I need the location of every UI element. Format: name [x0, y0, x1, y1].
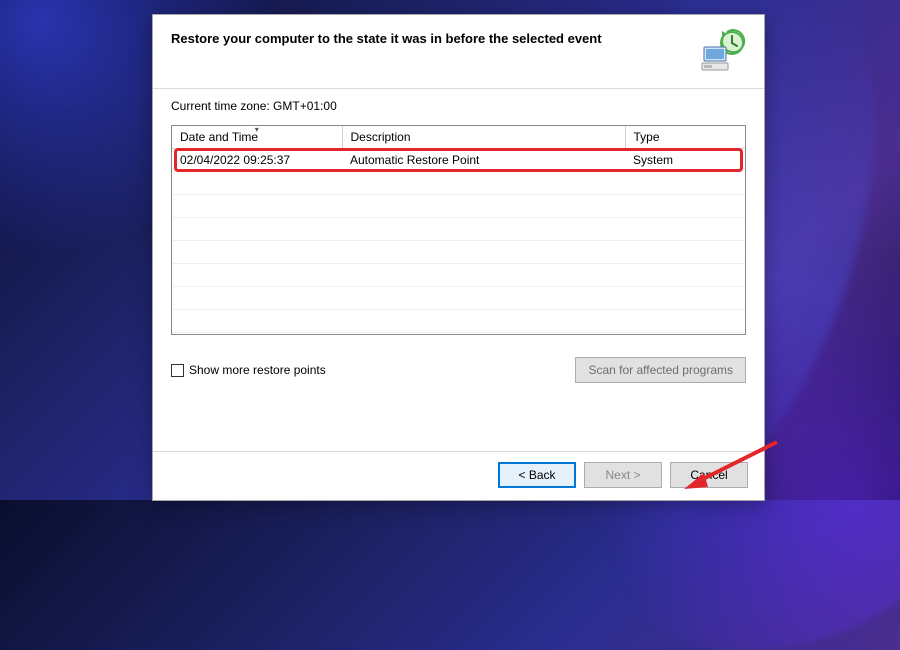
next-button[interactable]: Next >: [584, 462, 662, 488]
below-table-row: Show more restore points Scan for affect…: [171, 357, 746, 383]
sort-descending-icon: ▾: [255, 125, 259, 134]
cell-description: Automatic Restore Point: [342, 149, 625, 172]
dialog-title: Restore your computer to the state it wa…: [171, 29, 698, 46]
column-header-date[interactable]: ▾ Date and Time: [172, 126, 342, 149]
dialog-footer: < Back Next > Cancel: [153, 451, 764, 500]
table-row: [172, 287, 745, 310]
system-restore-icon: [698, 29, 746, 73]
column-header-type[interactable]: Type: [625, 126, 745, 149]
table-row[interactable]: 02/04/2022 09:25:37 Automatic Restore Po…: [172, 149, 745, 172]
table-row: [172, 241, 745, 264]
back-button[interactable]: < Back: [498, 462, 576, 488]
timezone-label: Current time zone: GMT+01:00: [171, 99, 746, 113]
scan-affected-programs-button[interactable]: Scan for affected programs: [575, 357, 746, 383]
table-row: [172, 172, 745, 195]
table-row: [172, 264, 745, 287]
restore-points-table[interactable]: ▾ Date and Time Description Type 02/04/2…: [171, 125, 746, 335]
dialog-body: Current time zone: GMT+01:00 ▾ Date and …: [153, 89, 764, 451]
column-header-description[interactable]: Description: [342, 126, 625, 149]
table-row: [172, 310, 745, 333]
table-row: [172, 218, 745, 241]
checkbox-icon: [171, 364, 184, 377]
system-restore-dialog: Restore your computer to the state it wa…: [152, 14, 765, 501]
dialog-header: Restore your computer to the state it wa…: [153, 15, 764, 89]
cell-date: 02/04/2022 09:25:37: [172, 149, 342, 172]
cancel-button[interactable]: Cancel: [670, 462, 748, 488]
show-more-restore-points-checkbox[interactable]: Show more restore points: [171, 363, 326, 377]
checkbox-label: Show more restore points: [189, 363, 326, 377]
table-row: [172, 195, 745, 218]
cell-type: System: [625, 149, 745, 172]
